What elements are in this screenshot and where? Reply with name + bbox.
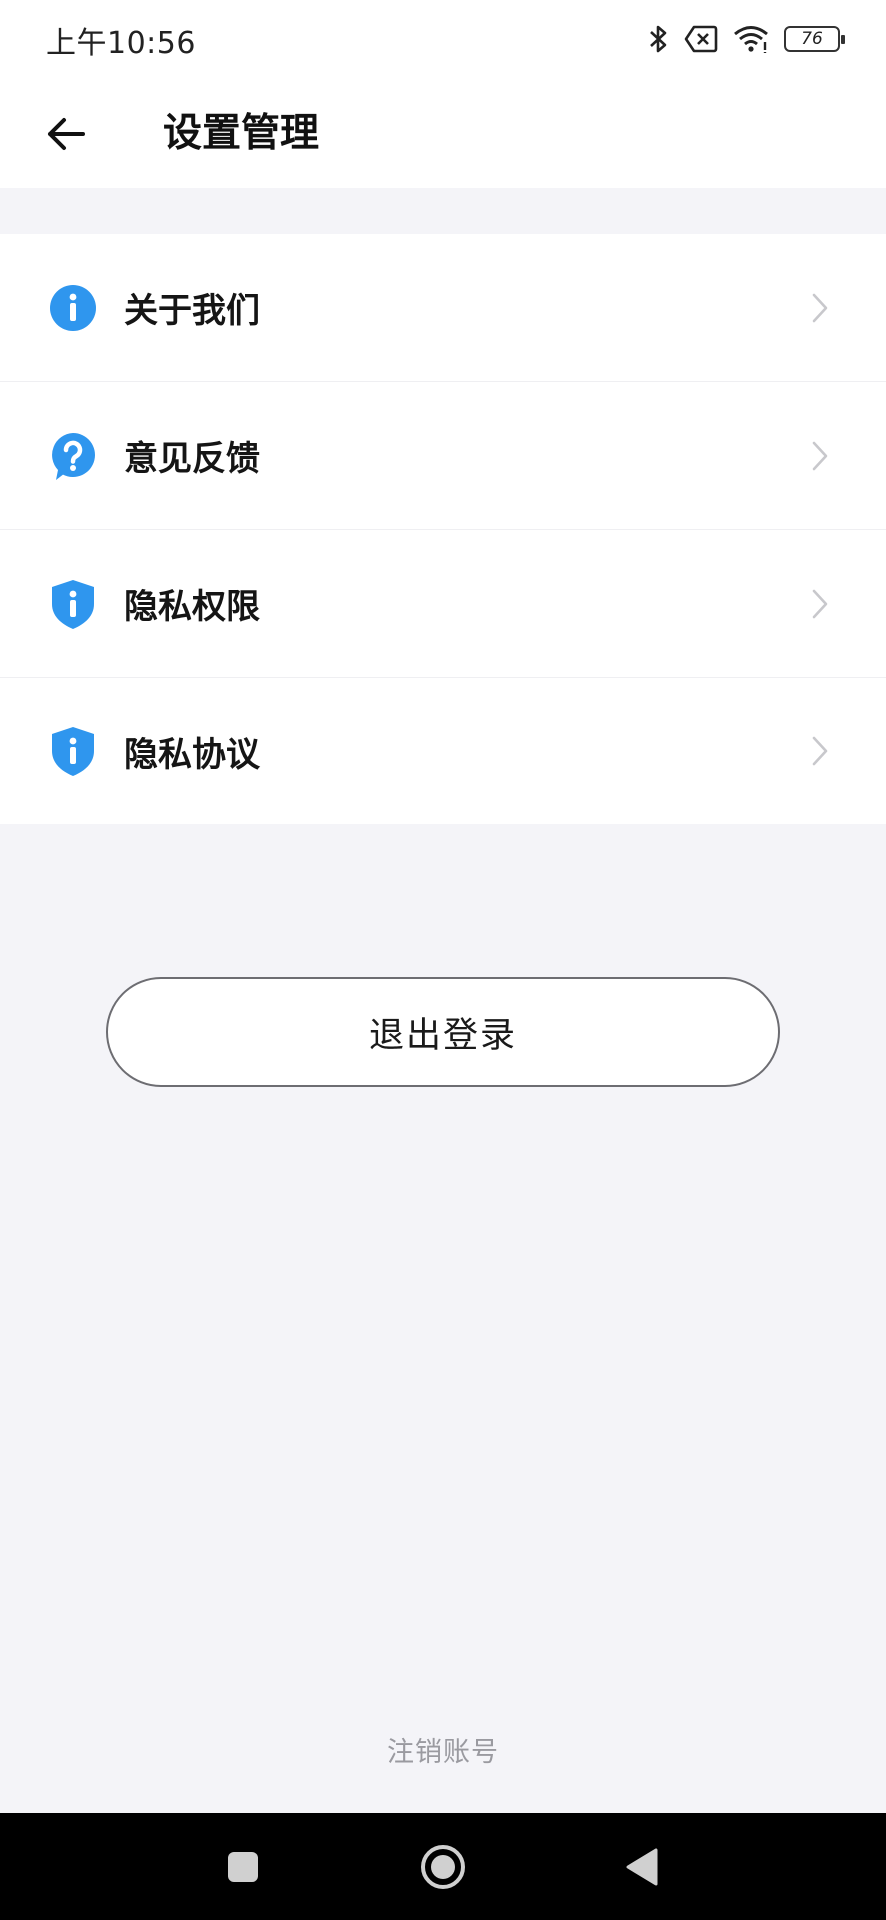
home-button[interactable]: [415, 1839, 471, 1895]
question-bubble-icon: [52, 432, 95, 480]
battery-icon: 76: [784, 26, 845, 52]
menu-item-privacy-permissions[interactable]: 隐私权限: [0, 530, 886, 678]
wifi-icon: [732, 24, 770, 54]
chevron-right-icon: [812, 441, 828, 470]
back-triangle-icon: [626, 1848, 658, 1886]
delete-account-link[interactable]: 注销账号: [0, 1730, 886, 1769]
shield-info-icon: [52, 579, 94, 629]
app-header: 设置管理: [0, 80, 886, 188]
page-title: 设置管理: [163, 111, 320, 156]
nav-back-button[interactable]: [614, 1839, 670, 1895]
no-sim-icon: [684, 25, 718, 53]
menu-item-privacy-agreement[interactable]: 隐私协议: [0, 678, 886, 824]
chevron-right-icon: [812, 736, 828, 766]
system-nav-bar: [0, 1813, 886, 1920]
settings-screen: 上午10:56 76 设置管理 关于我们 意见反馈 隐私权限 隐私协议 退出登录…: [0, 0, 886, 1920]
chevron-right-icon: [812, 293, 828, 322]
battery-level: 76: [801, 29, 823, 49]
menu-item-about-us[interactable]: 关于我们: [0, 234, 886, 382]
arrow-left-icon: [48, 118, 85, 150]
logout-button[interactable]: 退出登录: [106, 977, 780, 1087]
menu-item-label: 隐私权限: [124, 587, 260, 627]
bluetooth-icon: [648, 23, 670, 55]
home-circle-icon: [421, 1845, 465, 1889]
menu-item-feedback[interactable]: 意见反馈: [0, 382, 886, 530]
shield-info-icon: [52, 727, 94, 776]
recents-button[interactable]: [215, 1839, 271, 1895]
status-icons: 76: [648, 20, 845, 58]
menu-item-label: 意见反馈: [124, 439, 260, 479]
menu-item-label: 关于我们: [124, 291, 260, 331]
menu-item-label: 隐私协议: [124, 734, 260, 775]
status-time: 上午10:56: [46, 26, 196, 61]
back-button[interactable]: [36, 104, 96, 164]
chevron-right-icon: [812, 589, 828, 618]
recents-square-icon: [228, 1852, 258, 1882]
info-circle-icon: [50, 284, 96, 331]
settings-menu: 关于我们 意见反馈 隐私权限 隐私协议: [0, 234, 886, 824]
status-bar: 上午10:56 76: [0, 0, 886, 80]
